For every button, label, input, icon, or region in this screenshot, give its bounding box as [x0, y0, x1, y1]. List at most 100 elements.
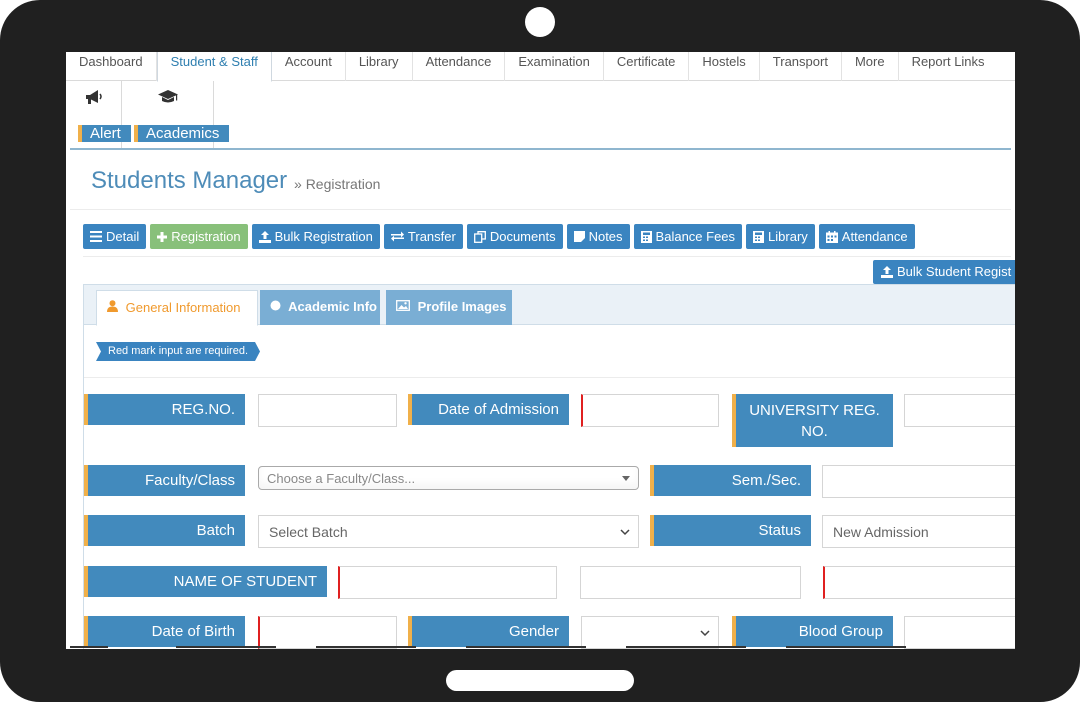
- tab-library[interactable]: Library: [346, 52, 413, 81]
- copy-icon: [473, 230, 486, 243]
- divider: [83, 256, 1011, 257]
- bulk-student-registration-label: Bulk Student Regist: [897, 264, 1012, 279]
- bulk-registration-label: Bulk Registration: [274, 229, 373, 244]
- tab-hostels[interactable]: Hostels: [689, 52, 760, 81]
- blood-group-label: Blood Group: [732, 616, 893, 647]
- list-icon: [90, 231, 102, 242]
- calculator-icon: [640, 230, 652, 243]
- tab-profile-images[interactable]: Profile Images: [386, 290, 512, 325]
- middle-name-input[interactable]: [580, 566, 801, 599]
- top-navigation: Dashboard Student & Staff Account Librar…: [66, 52, 1015, 82]
- batch-select[interactable]: Select Batch: [258, 515, 639, 548]
- plus-icon: [157, 231, 168, 242]
- bulk-student-registration-button[interactable]: Bulk Student Regist: [873, 260, 1015, 284]
- bottom-edge: [66, 644, 1015, 649]
- batch-label: Batch: [84, 515, 245, 546]
- first-name-input[interactable]: [338, 566, 557, 599]
- date-of-admission-label: Date of Admission: [408, 394, 569, 425]
- batch-value: Select Batch: [269, 523, 348, 540]
- upload-icon: [258, 230, 271, 243]
- subnav-academics-label: Academics: [134, 125, 230, 142]
- registration-button[interactable]: Registration: [150, 224, 248, 249]
- tab-academic-info[interactable]: Academic Info: [260, 290, 380, 325]
- subnav-academics[interactable]: Academics: [122, 81, 230, 149]
- tab-general-information[interactable]: General Information: [96, 290, 258, 326]
- sem-sec-input[interactable]: [822, 465, 1015, 498]
- page-title: Students Manager: [91, 167, 288, 194]
- divider: [70, 209, 1011, 210]
- image-icon: [396, 300, 410, 311]
- breadcrumb-current: Registration: [305, 176, 381, 192]
- caret-down-icon: [622, 476, 630, 481]
- documents-label: Documents: [489, 229, 556, 244]
- home-button[interactable]: [446, 670, 634, 691]
- notes-label: Notes: [588, 229, 623, 244]
- panel-tabs: General Information Academic Info Profil…: [84, 285, 1015, 326]
- tab-academic-info-label: Academic Info: [288, 299, 377, 314]
- circle-icon: [270, 300, 281, 311]
- breadcrumb-separator: »: [294, 176, 302, 192]
- faculty-class-select[interactable]: Choose a Faculty/Class...: [258, 466, 639, 490]
- status-label: Status: [650, 515, 811, 546]
- registration-label: Registration: [171, 229, 241, 244]
- sub-navigation: Alert Academics: [66, 81, 230, 149]
- calculator-icon: [753, 230, 765, 243]
- sticky-note-icon: [573, 231, 585, 242]
- tab-transport[interactable]: Transport: [760, 52, 842, 81]
- university-reg-no-label-line1: UNIVERSITY REG.: [749, 401, 880, 419]
- tab-certificate[interactable]: Certificate: [604, 52, 690, 81]
- required-note: Red mark input are required.: [96, 342, 260, 361]
- registration-panel: General Information Academic Info Profil…: [83, 284, 1015, 649]
- tab-examination[interactable]: Examination: [505, 52, 604, 81]
- transfer-button[interactable]: Transfer: [383, 224, 463, 249]
- date-of-admission-input[interactable]: [581, 394, 719, 427]
- status-input[interactable]: New Admission: [822, 515, 1015, 548]
- action-toolbar: Detail Registration Bulk Registration Tr…: [83, 224, 919, 249]
- library-button[interactable]: Library: [746, 224, 815, 249]
- tab-report-links[interactable]: Report Links: [899, 52, 998, 81]
- user-icon: [107, 300, 118, 312]
- upload-icon: [881, 266, 893, 278]
- tab-dashboard[interactable]: Dashboard: [66, 52, 157, 81]
- exchange-icon: [390, 231, 404, 242]
- bulk-registration-button[interactable]: Bulk Registration: [251, 224, 380, 249]
- last-name-input[interactable]: [823, 566, 1015, 599]
- subnav-alert[interactable]: Alert: [66, 81, 131, 149]
- tab-more[interactable]: More: [842, 52, 899, 81]
- tab-profile-images-label: Profile Images: [417, 299, 507, 314]
- detail-button[interactable]: Detail: [83, 224, 147, 249]
- divider: [84, 377, 1015, 378]
- balance-fees-button[interactable]: Balance Fees: [633, 224, 743, 249]
- notes-button[interactable]: Notes: [566, 224, 630, 249]
- faculty-class-placeholder: Choose a Faculty/Class...: [267, 470, 416, 486]
- chevron-down-icon: [620, 528, 630, 535]
- bullhorn-icon: [78, 89, 109, 113]
- graduation-cap-icon: [134, 89, 201, 113]
- reg-no-input[interactable]: [258, 394, 397, 427]
- tab-attendance[interactable]: Attendance: [413, 52, 506, 81]
- tab-student-staff[interactable]: Student & Staff: [156, 52, 272, 82]
- attendance-label: Attendance: [841, 229, 908, 244]
- transfer-label: Transfer: [407, 229, 456, 244]
- university-reg-no-label-line2: NO.: [801, 422, 828, 440]
- reg-no-label: REG.NO.: [84, 394, 245, 425]
- status-value: New Admission: [833, 523, 929, 540]
- subnav-alert-label: Alert: [78, 125, 131, 142]
- screen: Dashboard Student & Staff Account Librar…: [66, 52, 1015, 649]
- name-of-student-label: NAME OF STUDENT: [84, 566, 327, 597]
- gender-label: Gender: [408, 616, 569, 647]
- date-of-birth-label: Date of Birth: [84, 616, 245, 647]
- university-reg-no-label: UNIVERSITY REG. NO.: [732, 394, 893, 447]
- tab-account[interactable]: Account: [272, 52, 346, 81]
- documents-button[interactable]: Documents: [466, 224, 563, 249]
- attendance-button[interactable]: Attendance: [818, 224, 915, 249]
- faculty-class-label: Faculty/Class: [84, 465, 245, 496]
- balance-fees-label: Balance Fees: [655, 229, 736, 244]
- chevron-down-icon: [700, 629, 710, 636]
- sem-sec-label: Sem./Sec.: [650, 465, 811, 496]
- library-label: Library: [768, 229, 808, 244]
- tablet-frame: Dashboard Student & Staff Account Librar…: [0, 0, 1080, 702]
- calendar-icon: [825, 230, 838, 243]
- university-reg-no-input[interactable]: [904, 394, 1015, 427]
- detail-label: Detail: [106, 229, 140, 244]
